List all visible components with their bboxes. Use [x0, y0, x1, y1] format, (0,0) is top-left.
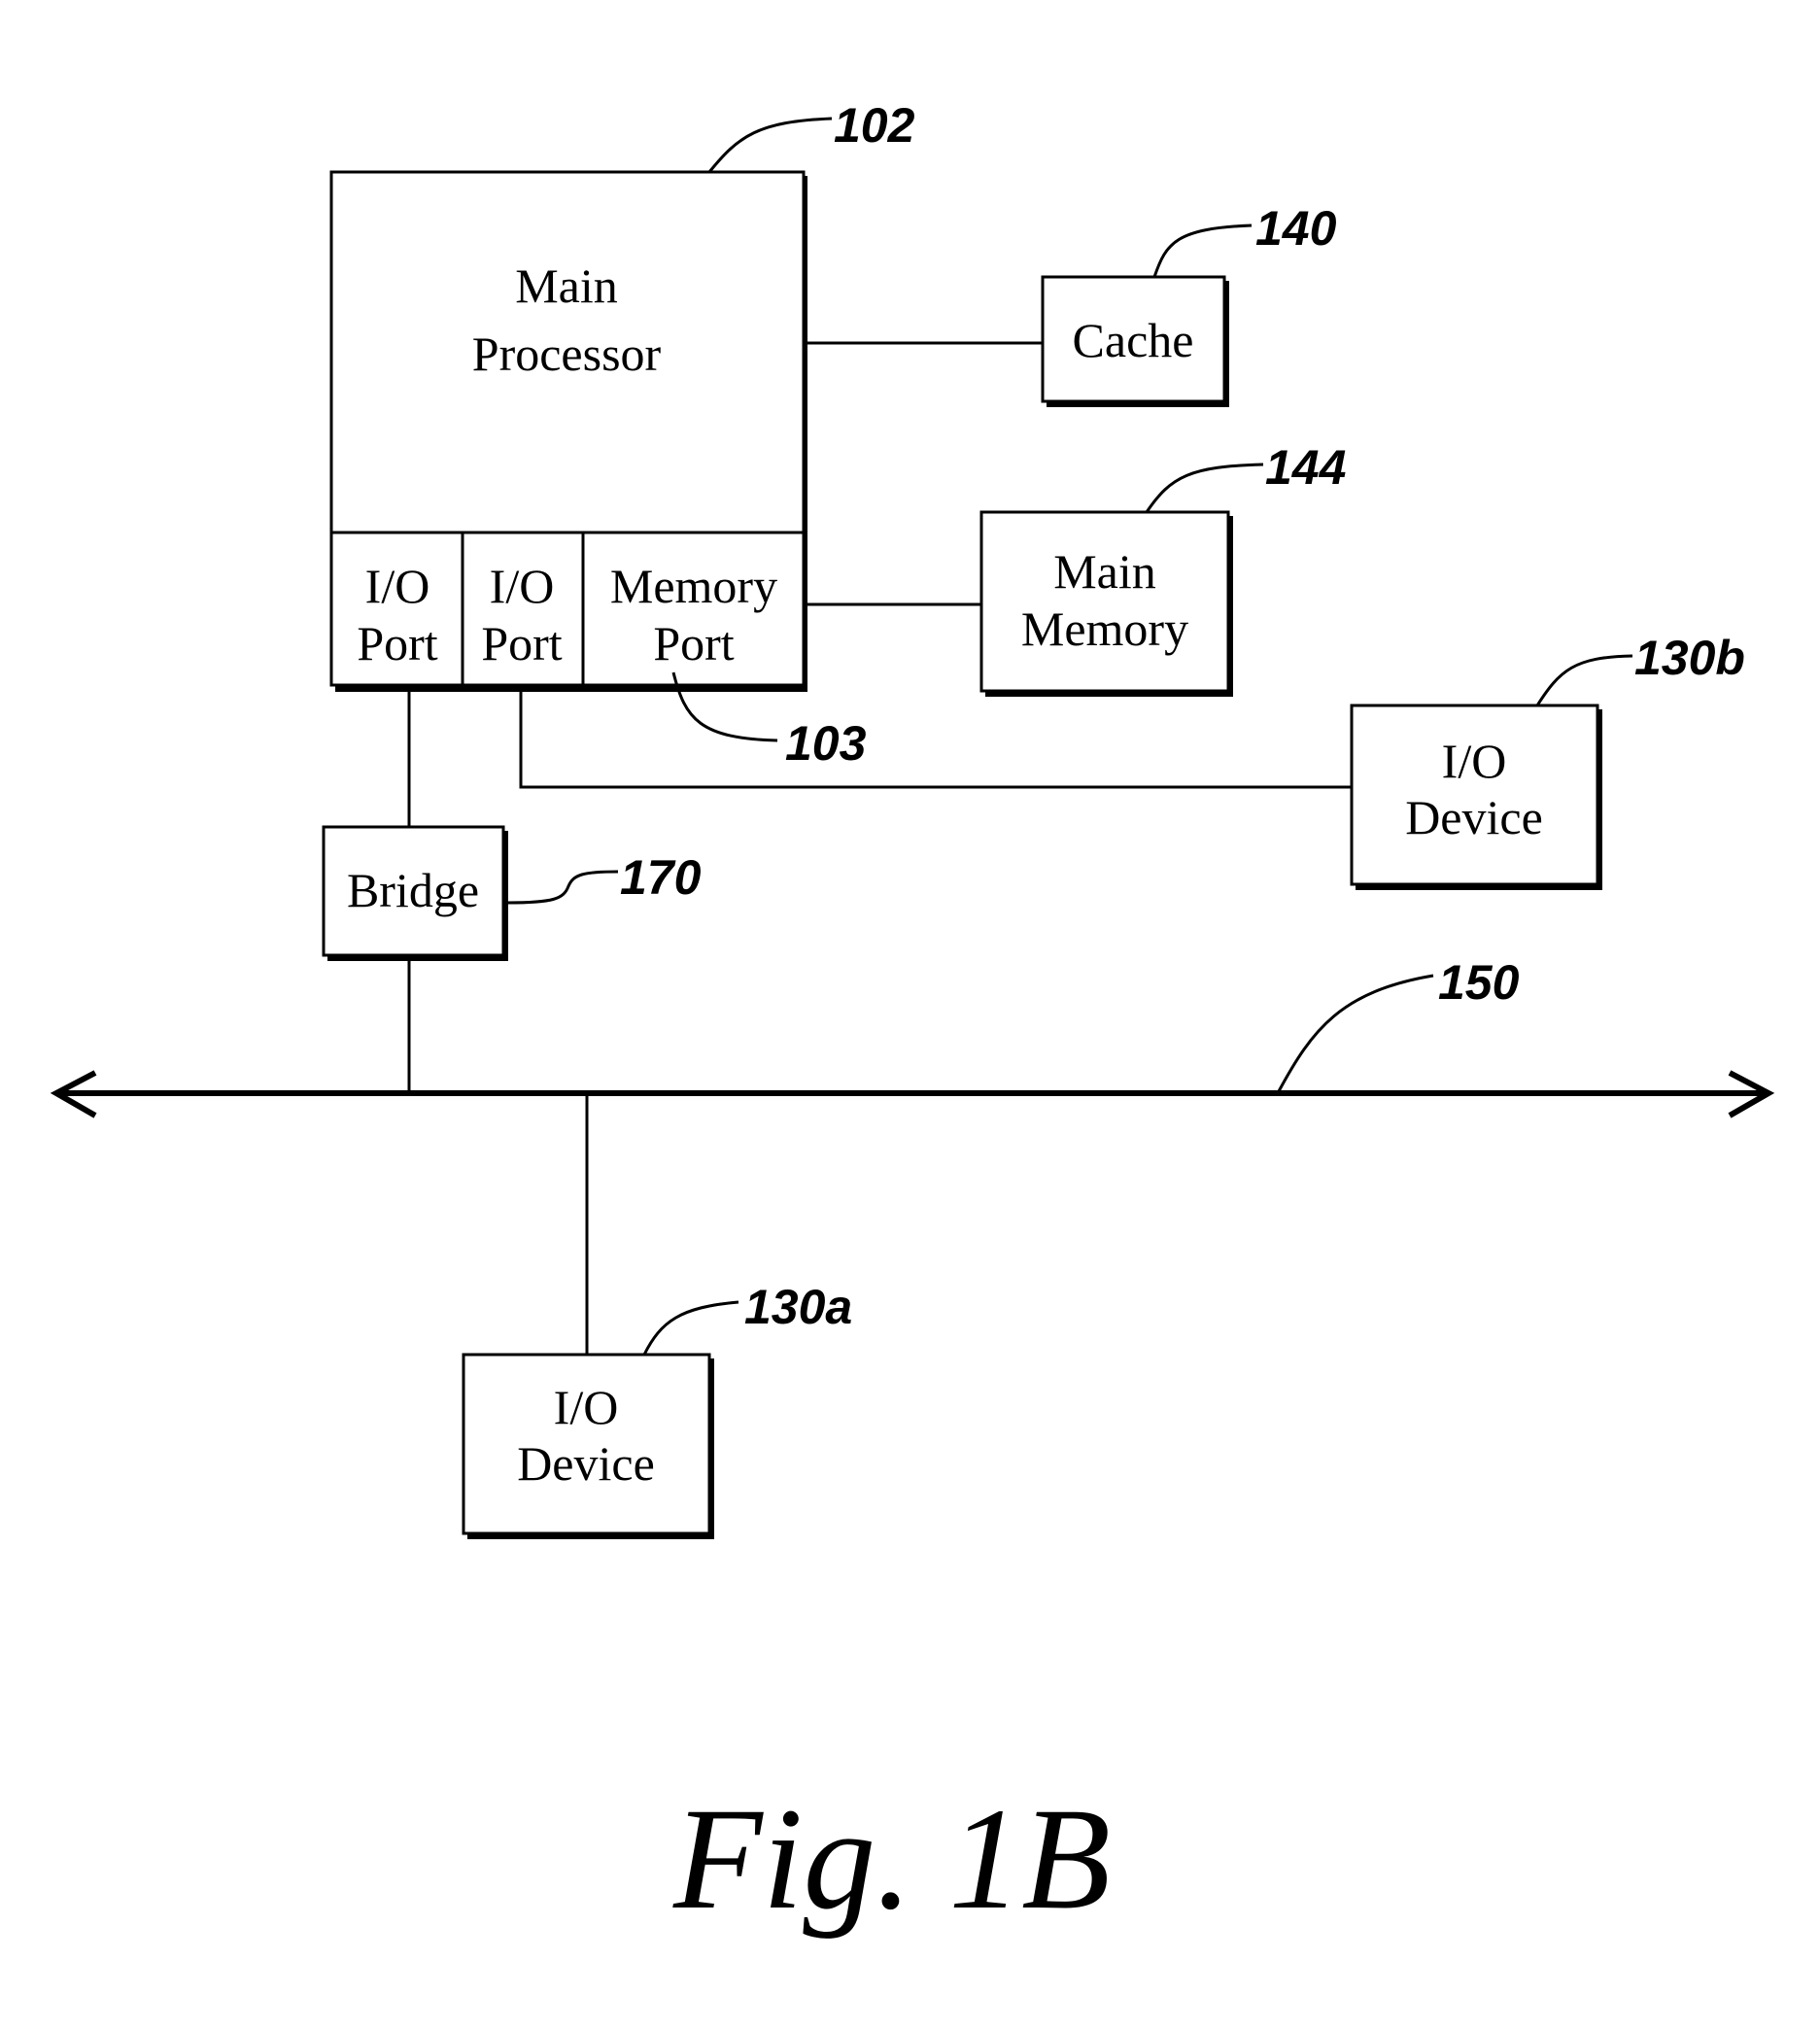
ref-label-103: 103: [785, 716, 867, 771]
leader-130a: [642, 1300, 739, 1356]
leader-144: [1145, 463, 1264, 513]
main-memory-label-line1: Main: [1053, 544, 1156, 599]
io-port-1-label-line1: I/O: [365, 559, 430, 613]
memory-port-label-line2: Port: [653, 616, 734, 670]
cache-label: Cache: [1073, 313, 1194, 367]
ref-label-102: 102: [834, 98, 915, 153]
io-port-2-label-line2: Port: [481, 616, 562, 670]
leader-130b: [1535, 654, 1633, 706]
io-device-b-block: I/O Device: [1350, 704, 1602, 890]
system-bus: [50, 1070, 1775, 1118]
ref-label-130b: 130b: [1634, 631, 1745, 685]
main-processor-label-line2: Processor: [472, 327, 662, 381]
io-port-2-device-b-connection: [519, 690, 1352, 789]
io-device-a-block: I/O Device: [462, 1353, 714, 1539]
leader-102: [707, 117, 833, 173]
main-memory-label-line2: Memory: [1021, 602, 1188, 656]
io-device-b-label-line2: Device: [1405, 790, 1543, 844]
io-port-2-label-line1: I/O: [490, 559, 555, 613]
io-device-a-label-line1: I/O: [554, 1380, 619, 1434]
bridge-block: Bridge: [322, 825, 508, 961]
ref-label-144: 144: [1265, 440, 1346, 495]
figure-caption: Fig. 1B: [672, 1778, 1111, 1940]
ref-label-140: 140: [1255, 201, 1337, 256]
ref-label-170: 170: [620, 850, 702, 905]
leader-150: [1277, 974, 1434, 1092]
block-diagram: Main Processor I/O Port I/O Port Memory …: [50, 98, 1775, 1940]
io-port-1-label-line2: Port: [357, 616, 437, 670]
leader-140: [1152, 223, 1253, 278]
main-memory-block: Main Memory: [979, 510, 1233, 697]
memory-port-label-line1: Memory: [610, 559, 777, 613]
ref-label-130a: 130a: [744, 1280, 852, 1334]
main-processor-block: Main Processor I/O Port I/O Port Memory …: [329, 170, 807, 692]
io-device-a-label-line2: Device: [517, 1436, 655, 1491]
leader-170: [506, 870, 619, 905]
main-processor-label-line1: Main: [515, 258, 618, 313]
bridge-label: Bridge: [347, 863, 479, 917]
cache-block: Cache: [1041, 275, 1229, 407]
ref-label-150: 150: [1438, 955, 1520, 1010]
io-device-b-label-line1: I/O: [1442, 734, 1507, 788]
